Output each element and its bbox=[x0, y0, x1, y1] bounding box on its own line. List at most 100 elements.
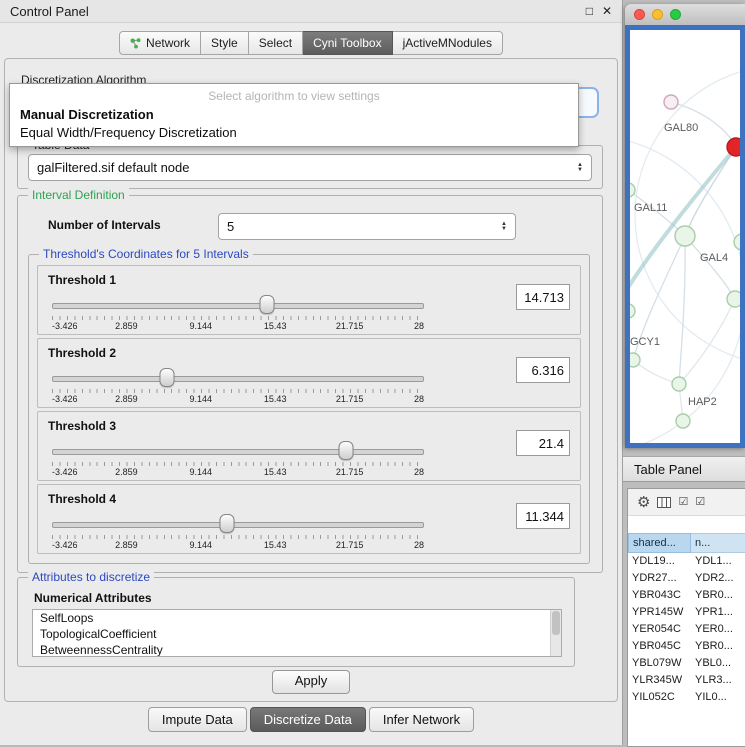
tab-impute-data[interactable]: Impute Data bbox=[148, 707, 247, 732]
tab-select[interactable]: Select bbox=[249, 31, 303, 55]
zoom-traffic-light-icon[interactable] bbox=[670, 9, 681, 20]
algorithm-option-equal-width[interactable]: Equal Width/Frequency Discretization bbox=[10, 123, 578, 141]
node bbox=[630, 353, 640, 367]
close-icon[interactable]: ✕ bbox=[602, 4, 612, 18]
vertical-scrollbar[interactable] bbox=[550, 610, 561, 656]
network-icon bbox=[130, 38, 141, 49]
threshold-2-value-field[interactable]: 6.316 bbox=[516, 357, 570, 383]
node bbox=[727, 291, 740, 307]
tab-style-label: Style bbox=[211, 36, 238, 50]
slider-thumb[interactable] bbox=[338, 441, 353, 460]
slider-tick-labels: -3.426 2.859 9.144 15.43 21.715 28 bbox=[52, 467, 424, 477]
slider-track[interactable] bbox=[52, 449, 424, 455]
slider-thumb[interactable] bbox=[160, 368, 175, 387]
tab-discretize-data[interactable]: Discretize Data bbox=[250, 707, 366, 732]
slider-tick-labels: -3.426 2.859 9.144 15.43 21.715 28 bbox=[52, 540, 424, 550]
attributes-group: Attributes to discretize Numerical Attri… bbox=[17, 577, 575, 667]
algorithm-dropdown-popup: Select algorithm to view settings Manual… bbox=[9, 83, 579, 147]
tab-style[interactable]: Style bbox=[201, 31, 249, 55]
threshold-3-label: Threshold 3 bbox=[48, 419, 116, 433]
attributes-group-title: Attributes to discretize bbox=[28, 570, 154, 584]
threshold-3-slider[interactable]: -3.426 2.859 9.144 15.43 21.715 28 bbox=[52, 438, 424, 476]
minimize-traffic-light-icon[interactable] bbox=[652, 9, 663, 20]
column-header-name[interactable]: n... bbox=[691, 533, 745, 553]
table-header-row: shared... n... bbox=[628, 533, 745, 553]
spinner-arrows-icon: ▲▼ bbox=[495, 222, 507, 232]
slider-thumb[interactable] bbox=[219, 514, 234, 533]
table-row[interactable]: YDL19...YDL1... bbox=[628, 553, 745, 570]
interval-definition-title: Interval Definition bbox=[28, 188, 129, 202]
cyni-bottom-tabs: Impute Data Discretize Data Infer Networ… bbox=[0, 707, 622, 732]
apply-button[interactable]: Apply bbox=[272, 670, 350, 694]
algorithm-placeholder-option[interactable]: Select algorithm to view settings bbox=[10, 86, 578, 105]
control-panel-tabs: Network Style Select Cyni Toolbox jActiv… bbox=[0, 31, 622, 55]
network-graph: GAL80 GAL11 GAL4 GCY1 HAP2 bbox=[630, 30, 740, 448]
gear-icon[interactable]: ⚙ bbox=[637, 495, 650, 510]
column-header-shared-name[interactable]: shared... bbox=[628, 533, 691, 553]
table-row[interactable]: YBL079WYBL0... bbox=[628, 655, 745, 672]
table-data-group: Table Data galFiltered.sif default node … bbox=[17, 145, 603, 189]
table-data-combobox[interactable]: galFiltered.sif default node ▲▼ bbox=[28, 154, 592, 181]
threshold-4-panel: Threshold 4 -3.426 2.859 9.144 15.43 21.… bbox=[37, 484, 581, 554]
node bbox=[672, 377, 686, 391]
select-column-checkbox-icon[interactable]: ☑ bbox=[695, 497, 705, 508]
threshold-1-panel: Threshold 1 -3.426 2.859 9.144 15.43 21.… bbox=[37, 265, 581, 335]
slider-track[interactable] bbox=[52, 376, 424, 382]
slider-ticks bbox=[52, 462, 424, 466]
slider-track[interactable] bbox=[52, 303, 424, 309]
table-toolbar: ⚙ ☑ ☑ bbox=[628, 489, 745, 516]
threshold-2-label: Threshold 2 bbox=[48, 346, 116, 360]
tab-jactivemodules-label: jActiveMNodules bbox=[403, 36, 492, 50]
slider-thumb[interactable] bbox=[259, 295, 274, 314]
table-row[interactable]: YPR145WYPR1... bbox=[628, 604, 745, 621]
table-row[interactable]: YLR345WYLR3... bbox=[628, 672, 745, 689]
tab-cyni-toolbox[interactable]: Cyni Toolbox bbox=[303, 31, 392, 55]
tab-select-label: Select bbox=[259, 36, 292, 50]
slider-tick-labels: -3.426 2.859 9.144 15.43 21.715 28 bbox=[52, 394, 424, 404]
threshold-3-value-field[interactable]: 21.4 bbox=[516, 430, 570, 456]
table-row[interactable]: YIL052CYIL0... bbox=[628, 689, 745, 706]
close-traffic-light-icon[interactable] bbox=[634, 9, 645, 20]
list-item[interactable]: SelfLoops bbox=[33, 610, 561, 626]
node-label: HAP2 bbox=[688, 396, 717, 408]
control-panel-title: Control Panel bbox=[10, 4, 577, 19]
tab-cyni-toolbox-label: Cyni Toolbox bbox=[313, 36, 381, 50]
node-label: GAL11 bbox=[634, 202, 667, 214]
number-of-intervals-combobox[interactable]: 5 ▲▼ bbox=[218, 213, 516, 240]
number-of-intervals-value: 5 bbox=[227, 219, 234, 234]
list-item[interactable]: BetweennessCentrality bbox=[33, 642, 561, 657]
table-row[interactable]: YBR045CYBR0... bbox=[628, 638, 745, 655]
scrollbar-thumb[interactable] bbox=[552, 611, 560, 635]
threshold-1-slider[interactable]: -3.426 2.859 9.144 15.43 21.715 28 bbox=[52, 292, 424, 330]
algorithm-option-manual[interactable]: Manual Discretization bbox=[10, 105, 578, 123]
threshold-2-slider[interactable]: -3.426 2.859 9.144 15.43 21.715 28 bbox=[52, 365, 424, 403]
slider-ticks bbox=[52, 535, 424, 539]
network-canvas[interactable]: GAL80 GAL11 GAL4 GCY1 HAP2 bbox=[625, 25, 745, 448]
node-label: GAL4 bbox=[700, 252, 728, 264]
threshold-4-label: Threshold 4 bbox=[48, 492, 116, 506]
table-panel-header: Table Panel bbox=[623, 456, 745, 482]
threshold-4-value-field[interactable]: 11.344 bbox=[516, 503, 570, 529]
float-window-icon[interactable]: □ bbox=[586, 4, 593, 18]
threshold-2-panel: Threshold 2 -3.426 2.859 9.144 15.43 21.… bbox=[37, 338, 581, 408]
select-all-checkbox-icon[interactable]: ☑ bbox=[678, 497, 688, 508]
threshold-1-value-field[interactable]: 14.713 bbox=[516, 284, 570, 310]
slider-ticks bbox=[52, 389, 424, 393]
network-window-titlebar[interactable] bbox=[625, 4, 745, 26]
table-row[interactable]: YDR27...YDR2... bbox=[628, 570, 745, 587]
combobox-arrows-icon: ▲▼ bbox=[571, 163, 583, 173]
table-data-selected-value: galFiltered.sif default node bbox=[37, 160, 189, 175]
threshold-4-slider[interactable]: -3.426 2.859 9.144 15.43 21.715 28 bbox=[52, 511, 424, 549]
threshold-1-label: Threshold 1 bbox=[48, 273, 116, 287]
slider-track[interactable] bbox=[52, 522, 424, 528]
list-item[interactable]: TopologicalCoefficient bbox=[33, 626, 561, 642]
attributes-list[interactable]: SelfLoops TopologicalCoefficient Between… bbox=[32, 609, 562, 657]
tab-infer-network[interactable]: Infer Network bbox=[369, 707, 474, 732]
threshold-3-panel: Threshold 3 -3.426 2.859 9.144 15.43 21.… bbox=[37, 411, 581, 481]
tab-network[interactable]: Network bbox=[119, 31, 201, 55]
table-row[interactable]: YBR043CYBR0... bbox=[628, 587, 745, 604]
columns-icon[interactable] bbox=[657, 497, 671, 508]
tab-jactivemodules[interactable]: jActiveMNodules bbox=[393, 31, 503, 55]
node bbox=[675, 226, 695, 246]
table-row[interactable]: YER054CYER0... bbox=[628, 621, 745, 638]
